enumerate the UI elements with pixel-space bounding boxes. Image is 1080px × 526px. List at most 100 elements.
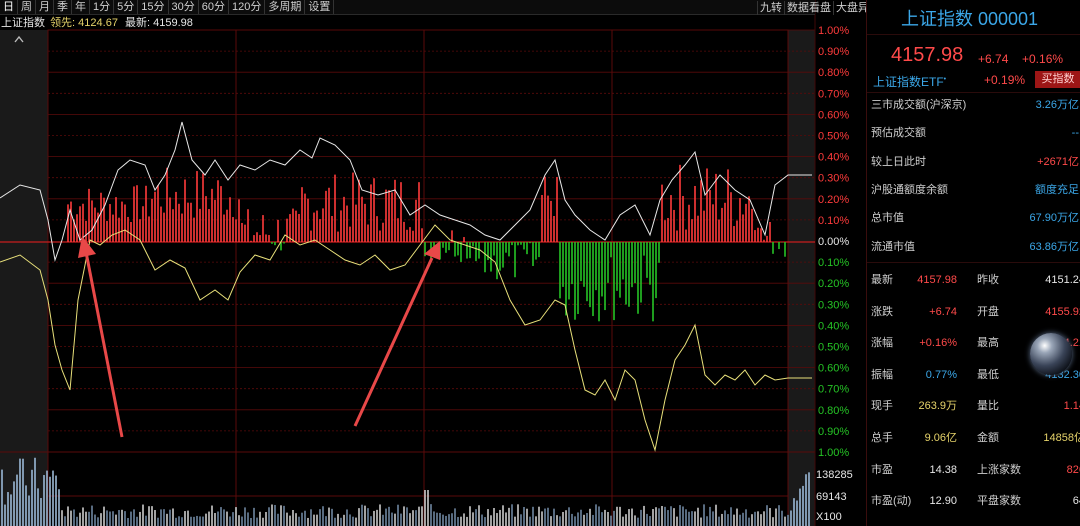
axis-tick-label: 0.40% bbox=[818, 152, 849, 164]
quote-label: 上涨家数 bbox=[977, 463, 1021, 476]
axis-tick-label: 0.10% bbox=[818, 257, 849, 269]
index-name: 上证指数 bbox=[1, 17, 45, 29]
quote-value: 4155.92 bbox=[1045, 305, 1080, 318]
quote-row: 市盈 14.38 上涨家数 826 bbox=[867, 460, 1080, 480]
axis-tick-label: 0.20% bbox=[818, 194, 849, 206]
axis-tick-label: 0.70% bbox=[818, 384, 849, 396]
quote-row: 总手 9.06亿 金额 14858亿 bbox=[867, 428, 1080, 448]
period-tab[interactable]: 季 bbox=[54, 0, 72, 14]
period-tab[interactable]: 多周期 bbox=[265, 0, 306, 14]
period-tab[interactable]: 30分 bbox=[169, 0, 199, 14]
divider bbox=[867, 262, 1080, 263]
quote-label: 涨幅 bbox=[871, 337, 893, 350]
period-tab[interactable]: 60分 bbox=[199, 0, 229, 14]
quote-label: 市盈 bbox=[871, 463, 893, 476]
quote-label: 最低 bbox=[977, 368, 999, 381]
price-change: +6.74 bbox=[978, 52, 1009, 66]
quote-label: 昨收 bbox=[977, 274, 999, 286]
volume-tick-label: 138285 bbox=[816, 469, 853, 481]
info-label: 较上日此时 bbox=[871, 155, 926, 168]
leader-value: 领先: 4124.67 bbox=[50, 17, 118, 29]
quote-value: 64 bbox=[1072, 495, 1080, 508]
info-value: 67.90万亿 bbox=[1029, 212, 1079, 225]
quote-value: 9.06亿 bbox=[924, 432, 957, 444]
quote-row: 市盈(动) 12.90 平盘家数 64 bbox=[867, 491, 1080, 511]
volume-tick-label: X100 bbox=[816, 511, 842, 523]
chevron-up-icon[interactable] bbox=[14, 35, 24, 43]
axis-tick-label: 0.50% bbox=[818, 342, 849, 354]
period-toolbar: 日周月季年 1分 5分 15分 30分 60分 120分 多周期 设置 bbox=[0, 0, 815, 15]
panel-title: 上证指数 000001 bbox=[901, 9, 1039, 29]
quote-label: 量比 bbox=[977, 400, 999, 413]
info-row: 总市值 67.90万亿 bbox=[867, 208, 1080, 228]
axis-tick-label: 0.60% bbox=[818, 109, 849, 121]
info-value: 63.86万亿 bbox=[1029, 240, 1079, 253]
quote-label: 涨跌 bbox=[871, 305, 893, 318]
axis-tick-label: 0.70% bbox=[818, 88, 849, 100]
quote-value: 0.77% bbox=[925, 368, 957, 381]
period-tab[interactable]: 月 bbox=[36, 0, 54, 14]
period-tab[interactable]: 设置 bbox=[305, 0, 335, 14]
quote-panel: 上证指数 000001 4157.98 +6.74 +0.16% 上证指数ETF… bbox=[866, 0, 1080, 526]
period-tab[interactable]: 周 bbox=[18, 0, 36, 14]
quote-value: 12.90 bbox=[929, 495, 957, 508]
toolbar-button[interactable]: 数据看盘 bbox=[784, 0, 833, 15]
quote-row: 现手 263.9万 量比 1.14 bbox=[867, 396, 1080, 416]
etf-name: 上证指数ETF bbox=[873, 75, 944, 89]
etf-change-pct: +0.19% bbox=[984, 73, 1026, 87]
info-label: 总市值 bbox=[871, 212, 904, 225]
axis-tick-label: 0.30% bbox=[818, 173, 849, 185]
quote-value: 4151.24 bbox=[1045, 274, 1080, 286]
period-tab[interactable]: 120分 bbox=[229, 0, 266, 14]
buy-index-button[interactable]: 买指数 bbox=[1035, 71, 1080, 88]
info-value: 3.26万亿 bbox=[1035, 99, 1079, 111]
quote-label: 最新 bbox=[871, 274, 893, 286]
info-value: 额度充足 bbox=[1035, 183, 1079, 196]
quote-value: +6.74 bbox=[929, 305, 957, 318]
quote-label: 总手 bbox=[871, 432, 893, 444]
axis-tick-label: 0.90% bbox=[818, 426, 849, 438]
info-value: +2671亿 bbox=[1037, 155, 1079, 168]
period-tab[interactable]: 年 bbox=[72, 0, 90, 14]
info-row: 流通市值 63.86万亿 bbox=[867, 237, 1080, 257]
quote-value: +0.16% bbox=[919, 337, 957, 350]
info-label: 沪股通额度余额 bbox=[871, 183, 948, 196]
axis-tick-label: 0.00% bbox=[818, 236, 849, 248]
info-label: 三市成交额(沪深京) bbox=[871, 99, 967, 111]
quote-value: 826 bbox=[1066, 463, 1080, 476]
quote-value: 1.14 bbox=[1063, 400, 1080, 413]
intraday-chart[interactable]: 1.00% 0.90% 0.80% 0.70% 0.60% 0.50% 0.40% 0.30%… bbox=[0, 0, 866, 526]
axis-tick-label: 0.10% bbox=[818, 215, 849, 227]
quote-row: 涨跌 +6.74 开盘 4155.92 bbox=[867, 302, 1080, 322]
axis-tick-label: 0.80% bbox=[818, 67, 849, 79]
toolbar-button[interactable]: 九转 bbox=[757, 0, 784, 15]
price-change-pct: +0.16% bbox=[1022, 52, 1064, 66]
quote-value: 263.9万 bbox=[918, 400, 957, 413]
divider bbox=[867, 34, 1080, 35]
etf-link[interactable]: 上证指数ETF• bbox=[873, 73, 946, 90]
floating-ball-icon[interactable] bbox=[1030, 333, 1072, 375]
info-row: 三市成交额(沪深京) 3.26万亿 bbox=[867, 95, 1080, 115]
info-label: 流通市值 bbox=[871, 240, 915, 253]
axis-tick-label: 0.40% bbox=[818, 320, 849, 332]
axis-tick-label: 0.80% bbox=[818, 405, 849, 417]
period-tab[interactable]: 15分 bbox=[138, 0, 169, 14]
quote-label: 市盈(动) bbox=[871, 495, 912, 508]
period-tab[interactable]: 1分 bbox=[90, 0, 115, 14]
quote-label: 开盘 bbox=[977, 305, 999, 318]
divider bbox=[867, 92, 1080, 93]
info-row: 较上日此时 +2671亿 bbox=[867, 152, 1080, 172]
axis-tick-label: 0.30% bbox=[818, 299, 849, 311]
latest-value: 最新: 4159.98 bbox=[125, 17, 193, 29]
info-row: 沪股通额度余额 额度充足 bbox=[867, 180, 1080, 200]
period-tab[interactable]: 日 bbox=[0, 0, 18, 14]
quote-label: 平盘家数 bbox=[977, 495, 1021, 508]
quote-label: 振幅 bbox=[871, 368, 893, 381]
axis-tick-label: 0.90% bbox=[818, 46, 849, 58]
period-tab[interactable]: 5分 bbox=[114, 0, 139, 14]
axis-tick-label: 0.60% bbox=[818, 363, 849, 375]
quote-row: 最新 4157.98 昨收 4151.24 bbox=[867, 270, 1080, 290]
volume-tick-label: 69143 bbox=[816, 491, 847, 503]
axis-tick-label: 1.00% bbox=[818, 447, 849, 459]
chart-background bbox=[0, 0, 866, 526]
